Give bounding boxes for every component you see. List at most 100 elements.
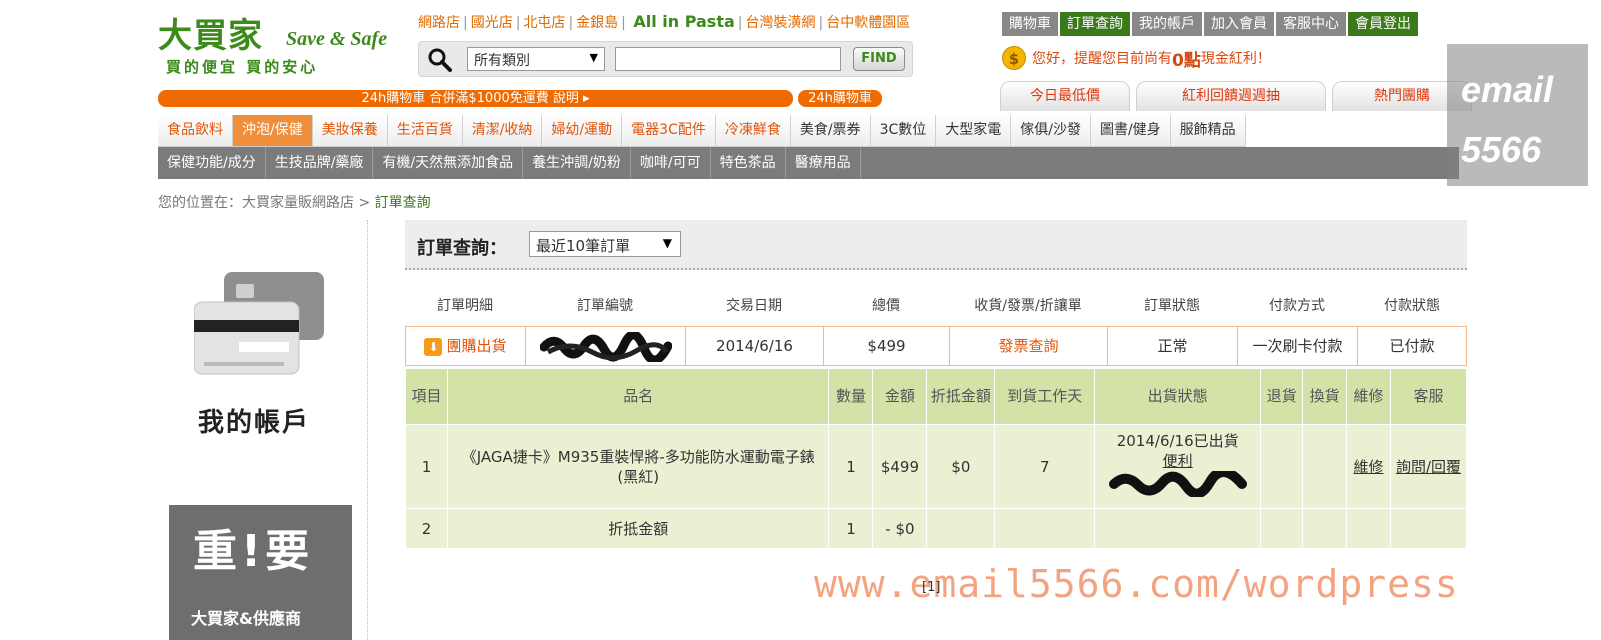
table-row: 2 折抵金額 1 - $0 [405,508,1467,549]
item-number: 2 [405,508,448,549]
subcategory-item[interactable]: 有機/天然無添加食品 [373,147,524,179]
subcategory-item[interactable]: 咖啡/可可 [631,147,711,179]
order-range-select[interactable]: 最近10筆訂單 ▼ [529,231,681,257]
category-item[interactable]: 電器3C配件 [622,115,716,147]
my-account-title[interactable]: 我的帳戶 [198,402,310,439]
category-menu: 食品飲料 沖泡/保健 美妝保養 生活百貨 清潔/收納 婦幼/運動 電器3C配件 … [158,115,1246,147]
nav-my-account[interactable]: 我的帳戶 [1132,12,1202,36]
repair-link[interactable]: 維修 [1346,424,1392,509]
order-detail-label: 團購出貨 [446,337,507,355]
subcategory-item[interactable]: 特色茶品 [711,147,786,179]
search-bar: 所有類別 ▼ FIND [418,41,913,77]
order-range-value: 最近10筆訂單 [536,237,631,255]
sidebar-divider [367,220,368,640]
store-link-decor[interactable]: 台灣裝潢網 [745,12,815,32]
category-item[interactable]: 圖書/健身 [1090,115,1171,147]
category-item[interactable]: 美食/票券 [790,115,871,147]
col-header: 總價 [872,298,900,314]
category-item[interactable]: 3C數位 [870,115,937,147]
category-item-selected[interactable]: 沖泡/保健 [233,115,313,147]
product-name: 折抵金額 [446,508,830,549]
delivery-days: 7 [994,424,1096,509]
pagination[interactable]: [1] [922,580,940,595]
order-date: 2014/6/16 [686,327,824,365]
nav-cart[interactable]: 購物車 [1002,12,1058,36]
bonus-greeting: $ 您好，提醒您目前尚有 0點 現金紅利！ [1002,45,1271,71]
site-url-watermark: www.email5566.com/wordpress [814,562,1459,606]
empty-cell [1346,508,1392,549]
order-summary-row: ⬇ 團購出貨 2014/6/16 $499 發票查詢 正常 一次刷卡付款 已付款 [405,326,1467,366]
subcategory-item[interactable]: 生技品牌/藥廠 [266,147,374,179]
important-notice-banner[interactable]: 重!要 大買家&供應商 [169,505,352,640]
chevron-down-icon: ▼ [662,236,672,250]
tab-lowest-price[interactable]: 今日最低價 [1000,81,1130,111]
category-item[interactable]: 清潔/收納 [462,115,543,147]
nav-logout[interactable]: 會員登出 [1348,12,1418,36]
store-link-online[interactable]: 網路店 [418,12,460,32]
order-detail-link[interactable]: ⬇ 團購出貨 [406,327,526,365]
email-watermark: email 5566 [1447,44,1588,186]
search-input[interactable] [615,47,841,71]
order-status: 正常 [1108,327,1238,365]
subcategory-item[interactable]: 醫療用品 [786,147,861,179]
watermark-line1: email [1461,69,1554,110]
nav-join[interactable]: 加入會員 [1204,12,1274,36]
item-amount: $499 [872,424,928,509]
category-item[interactable]: 冷凍鮮食 [715,115,791,147]
shipping-convenience-link[interactable]: 便利 [1095,451,1260,471]
category-item[interactable]: 食品飲料 [158,115,233,147]
shipping-status: 2014/6/16已出貨 便利 [1094,424,1262,509]
item-discount: $0 [926,424,996,509]
store-link-guoguang[interactable]: 國光店 [471,12,513,32]
promo-tabs: 今日最低價 紅利回饋週週抽 熱門團購 [1000,81,1478,111]
detail-header-row: 項目 品名 數量 金額 折抵金額 到貨工作天 出貨狀態 退貨 換貨 維修 客服 [405,368,1467,425]
store-link-jinyin[interactable]: 金銀島 [576,12,618,32]
col-header: 訂單明細 [437,298,493,314]
cart-24h-badge[interactable]: 24h購物車 [798,90,882,107]
store-link-pasta[interactable]: All in Pasta [633,12,734,31]
col-header: 訂單編號 [577,298,633,314]
banner-title: 重!要 [193,526,314,577]
category-item[interactable]: 傢俱/沙發 [1011,115,1091,147]
search-icon[interactable] [427,47,453,73]
category-item[interactable]: 生活百貨 [387,115,463,147]
invoice-query-link[interactable]: 發票查詢 [950,327,1108,365]
item-qty: 1 [828,424,874,509]
order-detail-table: 項目 品名 數量 金額 折抵金額 到貨工作天 出貨狀態 退貨 換貨 維修 客服 … [405,368,1467,549]
order-summary-header: 訂單明細 訂單編號 交易日期 總價 收貨/發票/折讓單 訂單狀態 付款方式 付款… [405,292,1467,320]
col-header: 數量 [828,368,874,425]
shipping-date: 2014/6/16已出貨 [1116,432,1239,450]
subcategory-item[interactable]: 保健功能/成分 [158,147,266,179]
nav-order-query[interactable]: 訂單查詢 [1060,12,1130,36]
logo-english: Save & Safe [286,28,388,50]
service-inquiry-link[interactable]: 詢問/回覆 [1390,424,1467,509]
find-button[interactable]: FIND [853,47,905,71]
category-item[interactable]: 大型家電 [936,115,1012,147]
empty-cell [926,508,996,549]
col-header: 付款方式 [1269,298,1325,314]
category-item[interactable]: 服飾精品 [1170,115,1246,147]
tab-bonus-draw[interactable]: 紅利回饋週週抽 [1136,81,1326,111]
order-number-cell [526,327,686,365]
breadcrumb-home[interactable]: 您的位置在：大買家量販網路店 [158,195,354,211]
breadcrumb-sep: > [358,195,371,211]
category-select[interactable]: 所有類別 ▼ [467,47,605,71]
category-item[interactable]: 美妝保養 [312,115,388,147]
member-nav: 購物車 訂單查詢 我的帳戶 加入會員 客服中心 會員登出 [1002,12,1420,36]
redacted-scribble [1108,467,1247,499]
breadcrumb-current: 訂單查詢 [374,195,431,211]
site-logo[interactable]: 大買家 Save & Safe 買的便宜 買的安心 [158,16,403,76]
col-header: 客服 [1390,368,1467,425]
store-links: 網路店 | 國光店 | 北屯店 | 金銀島 | All in Pasta | 台灣裝潢網 | 台中軟體… [418,12,911,32]
store-link-beitun[interactable]: 北屯店 [523,12,565,32]
nav-service[interactable]: 客服中心 [1276,12,1346,36]
col-header: 到貨工作天 [994,368,1096,425]
col-header: 折抵金額 [926,368,996,425]
empty-cell [1094,508,1262,549]
store-link-software-park[interactable]: 台中軟體園區 [826,12,910,32]
item-amount: - $0 [872,508,928,549]
subcategory-item[interactable]: 養生沖調/奶粉 [523,147,631,179]
breadcrumb: 您的位置在：大買家量販網路店 > 訂單查詢 [158,192,431,212]
free-shipping-bar[interactable]: 24h購物車 合併滿$1000免運費 說明 ▸ [158,90,793,107]
category-item[interactable]: 婦幼/運動 [542,115,623,147]
